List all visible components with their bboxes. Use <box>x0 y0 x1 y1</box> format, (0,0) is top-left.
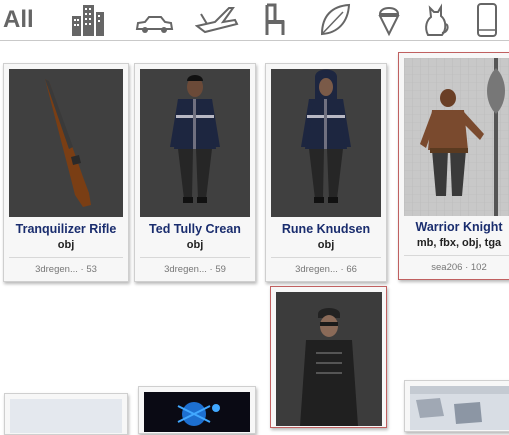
chair-icon[interactable] <box>262 2 288 38</box>
model-count: 53 <box>86 264 97 275</box>
category-bar: All <box>0 0 509 42</box>
car-icon[interactable] <box>134 2 174 38</box>
category-bar-divider <box>0 40 509 41</box>
model-title[interactable]: Rune Knudsen <box>266 222 386 236</box>
model-card[interactable]: Tranquilizer Rifle obj 3dregen... · 53 <box>3 63 129 282</box>
model-formats: mb, fbx, obj, tga <box>416 237 502 249</box>
model-meta: 3dregen... · 59 <box>135 264 255 275</box>
meta-separator: · <box>340 264 344 275</box>
model-formats: obj <box>317 239 335 251</box>
meta-separator: · <box>80 264 84 275</box>
model-card[interactable] <box>404 380 509 432</box>
meta-separator: · <box>465 262 469 273</box>
model-thumbnail[interactable] <box>140 69 250 217</box>
model-meta: 3dregen... · 53 <box>4 264 128 275</box>
meta-separator: · <box>209 264 213 275</box>
model-title[interactable]: Tranquilizer Rifle <box>4 222 128 236</box>
model-thumbnail[interactable] <box>9 69 123 217</box>
model-card[interactable]: Ted Tully Crean obj 3dregen... · 59 <box>134 63 256 282</box>
model-formats: obj <box>57 239 75 251</box>
model-meta: sea206 · 102 <box>399 262 509 273</box>
model-author[interactable]: sea206 <box>431 262 462 273</box>
cat-icon[interactable] <box>422 2 450 38</box>
model-author[interactable]: 3dregen... <box>164 264 207 275</box>
model-author[interactable]: 3dregen... <box>35 264 78 275</box>
category-all[interactable]: All <box>3 6 34 34</box>
model-thumbnail[interactable] <box>276 292 382 426</box>
leaf-icon[interactable] <box>318 2 352 38</box>
model-thumbnail[interactable] <box>10 399 122 433</box>
model-thumbnail[interactable] <box>144 392 250 432</box>
card-divider <box>140 257 250 258</box>
model-card[interactable] <box>270 286 387 428</box>
model-count: 66 <box>346 264 357 275</box>
card-divider <box>9 257 123 258</box>
model-count: 59 <box>215 264 226 275</box>
model-count: 102 <box>470 262 487 273</box>
model-thumbnail[interactable] <box>404 58 509 216</box>
model-title[interactable]: Ted Tully Crean <box>135 222 255 236</box>
model-meta: 3dregen... · 66 <box>266 264 386 275</box>
model-thumbnail[interactable] <box>410 386 509 430</box>
model-title[interactable]: Warrior Knight <box>399 220 509 234</box>
model-author[interactable]: 3dregen... <box>295 264 338 275</box>
model-card[interactable]: Warrior Knight mb, fbx, obj, tga sea206 … <box>398 52 509 280</box>
model-formats: obj <box>186 239 204 251</box>
ice-cream-icon[interactable] <box>376 2 402 38</box>
card-divider <box>404 255 509 256</box>
model-card[interactable] <box>4 393 128 435</box>
card-divider <box>271 257 381 258</box>
model-card[interactable]: Rune Knudsen obj 3dregen... · 66 <box>265 63 387 282</box>
aircraft-icon[interactable] <box>195 2 239 38</box>
buildings-icon[interactable] <box>70 2 106 38</box>
model-card[interactable] <box>138 386 256 434</box>
phone-icon[interactable] <box>475 2 499 38</box>
model-thumbnail[interactable] <box>271 69 381 217</box>
